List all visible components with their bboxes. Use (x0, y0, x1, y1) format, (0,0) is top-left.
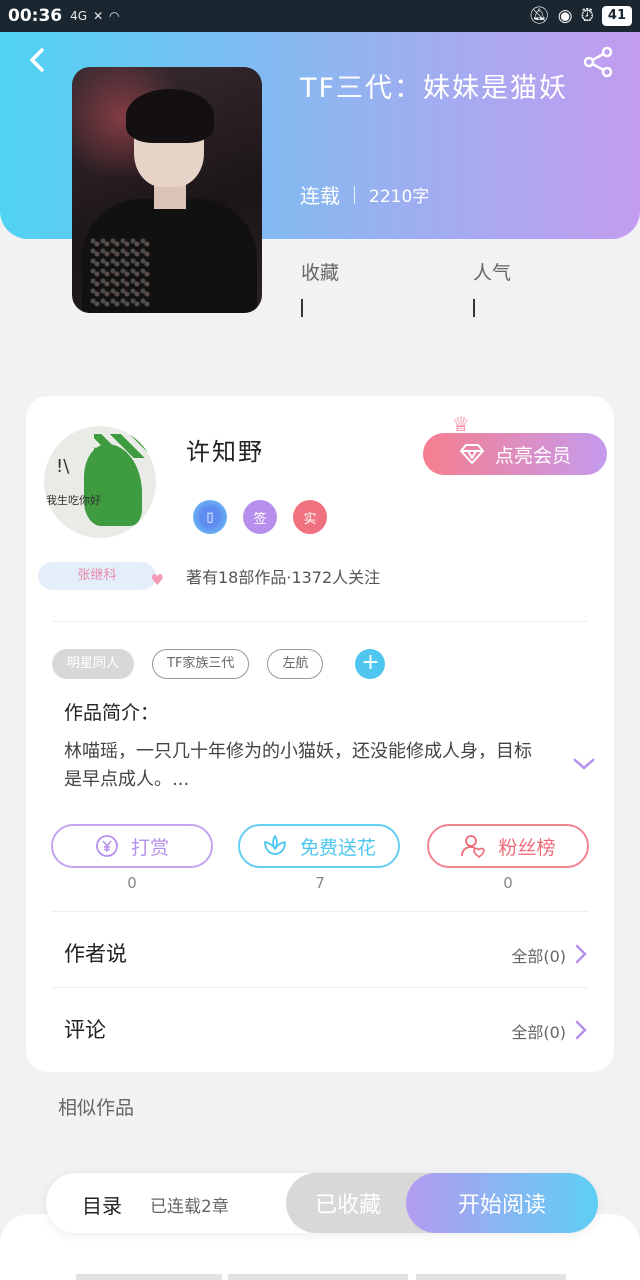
intro-title: 作品简介： (64, 702, 160, 724)
status-bar: 00:36 4G ✕ ◠ 🔕︎ ◉ ⏰︎ 41 (0, 0, 640, 32)
placeholder-line (76, 1274, 222, 1280)
book-cover[interactable] (72, 67, 262, 313)
share-icon[interactable] (580, 44, 616, 80)
word-count: 2210字 (369, 187, 430, 207)
start-reading-label: 开始阅读 (457, 1193, 546, 1218)
chevron-right-icon[interactable] (574, 1019, 588, 1041)
author-badge: 张继科 (38, 562, 164, 594)
diamond-icon (459, 444, 484, 464)
avatar[interactable]: !\ 我生吃你好 (44, 426, 156, 538)
battery-icon: 41 (601, 6, 632, 26)
stat-popularity: 人气 (473, 258, 511, 317)
comments-all-link[interactable]: 全部(0) (511, 1019, 566, 1043)
author-stats: 著有18部作品·1372人关注 (186, 568, 381, 587)
signal-icon: 4G (70, 9, 88, 23)
yen-icon (96, 835, 118, 857)
stat-favorites: 收藏 (301, 258, 339, 317)
placeholder-line (228, 1274, 408, 1280)
reward-count: 0 (127, 874, 137, 892)
reward-button[interactable]: 打赏 (51, 824, 213, 868)
level-badge: ▯ (193, 500, 227, 534)
send-flower-button[interactable]: 免费送花 (238, 824, 400, 868)
comments-label: 评论 (64, 1018, 106, 1042)
status-time: 00:36 (8, 6, 63, 26)
chevron-down-icon[interactable] (572, 756, 596, 772)
intro-text: 林喵瑶，一只几十年修为的小猫妖，还没能修成人身，目标是早点成人。... (64, 741, 532, 790)
fans-icon (461, 835, 486, 859)
divider (52, 987, 588, 988)
start-reading-button[interactable]: 开始阅读 (406, 1173, 598, 1233)
fans-ranking-button[interactable]: 粉丝榜 (427, 824, 589, 868)
vip-button-label: 点亮会员 (494, 444, 571, 467)
stat-popularity-label: 人气 (473, 262, 512, 284)
stat-favorites-value (301, 299, 303, 317)
vip-button[interactable]: 点亮会员 (423, 433, 607, 475)
book-meta: 连载 2210字 (300, 180, 429, 209)
tag-list: 明星同人 TF家族三代 左航 + (52, 649, 386, 679)
fans-count: 0 (503, 874, 513, 892)
tag-item[interactable]: TF家族三代 (152, 649, 250, 679)
send-flower-label: 免费送花 (299, 836, 376, 859)
tag-item[interactable]: 左航 (267, 649, 324, 679)
signal-icon-2: ✕ (93, 9, 104, 23)
divider (52, 621, 588, 622)
stat-favorites-label: 收藏 (301, 262, 340, 284)
flower-icon (264, 835, 286, 855)
stat-popularity-value (473, 299, 475, 317)
verified-badge: 实 (293, 500, 327, 534)
placeholder-line (416, 1274, 566, 1280)
author-notes-label: 作者说 (64, 942, 127, 966)
author-badges: ▯ 签 实 (193, 500, 327, 534)
avatar-text: 我生吃你好 (46, 494, 101, 507)
lock-icon: ◉ (557, 6, 573, 26)
flower-count: 7 (315, 874, 325, 892)
book-status: 连载 (300, 184, 340, 208)
signed-badge: 签 (243, 500, 277, 534)
alarm-icon: ⏰︎ (580, 6, 594, 26)
chevron-right-icon[interactable] (574, 943, 588, 965)
add-tag-button[interactable]: + (355, 649, 386, 679)
author-notes-all-link[interactable]: 全部(0) (511, 943, 566, 967)
divider (354, 185, 355, 204)
tag-item[interactable]: 明星同人 (52, 649, 135, 679)
bell-off-icon: 🔕︎ (528, 6, 550, 26)
serial-status[interactable]: 已连载2章 (150, 1192, 229, 1217)
collected-label: 已收藏 (314, 1193, 381, 1218)
fans-ranking-label: 粉丝榜 (498, 836, 556, 859)
wifi-icon: ◠ (109, 9, 120, 23)
chevron-left-icon[interactable] (22, 44, 54, 76)
book-title: TF三代：妹妹是猫妖 (300, 73, 569, 104)
divider (52, 911, 588, 912)
toc-button[interactable]: 目录 (82, 1190, 122, 1219)
similar-works-title: 相似作品 (58, 1097, 135, 1119)
reward-label: 打赏 (130, 836, 169, 859)
author-name[interactable]: 许知野 (186, 432, 264, 467)
